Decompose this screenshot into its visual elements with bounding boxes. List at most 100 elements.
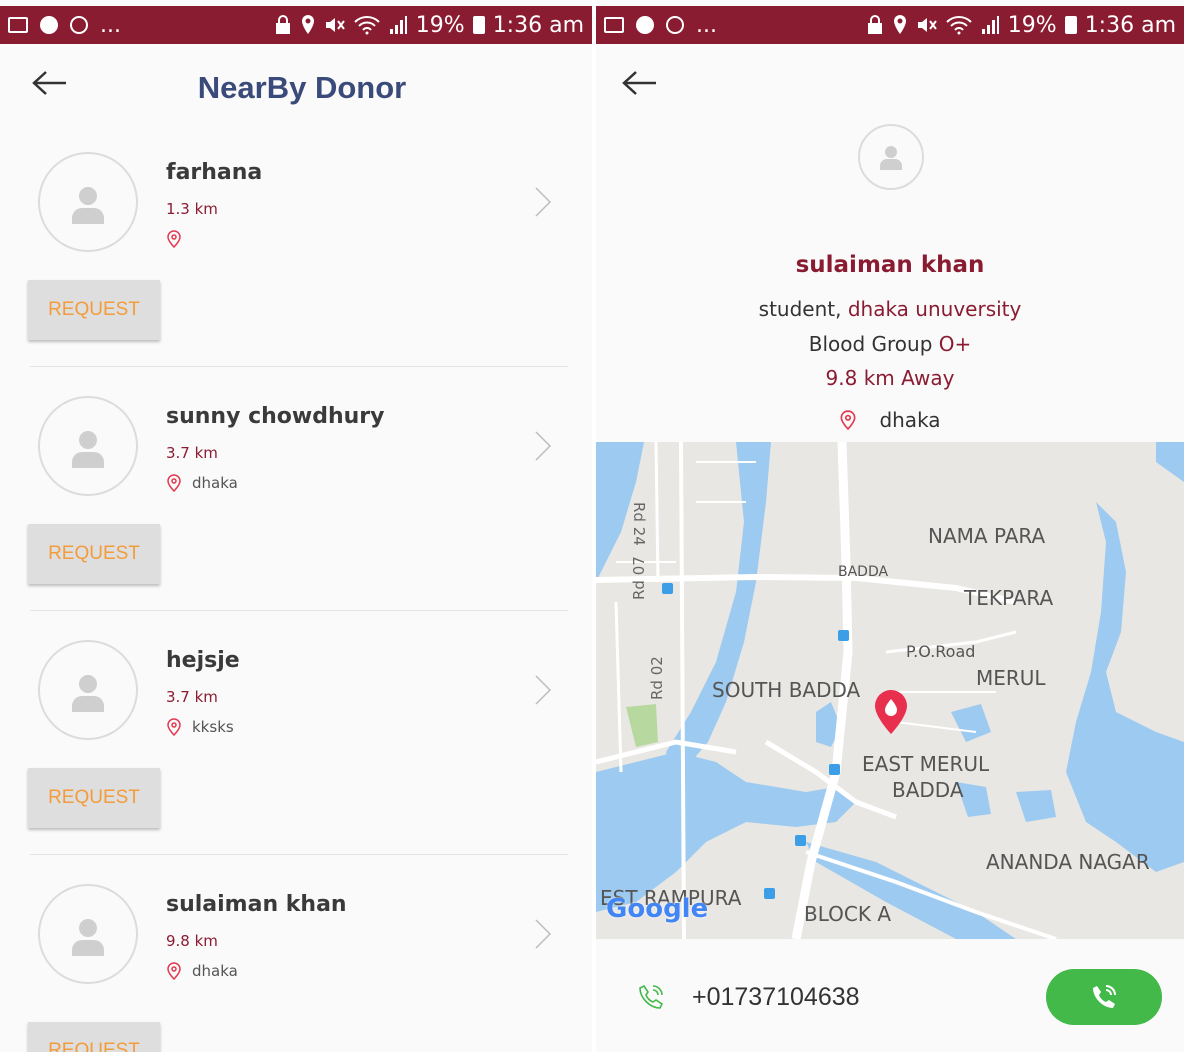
bus-stop-icon (838, 630, 849, 641)
map-marker-icon[interactable] (875, 690, 907, 734)
donor-location: dhaka (166, 474, 238, 492)
map-label: Rd 02 (648, 656, 666, 700)
map-label: BLOCK A (804, 902, 892, 926)
donor-distance: 1.3 km (166, 200, 218, 218)
request-button[interactable]: REQUEST (28, 524, 160, 584)
map-label: Rd 07 (630, 556, 648, 600)
bus-stop-icon (662, 583, 673, 594)
battery-icon (1064, 16, 1077, 34)
map-label: P.O.Road (906, 642, 976, 661)
donor-distance: 9.8 km (166, 932, 218, 950)
donor-name: sulaiman khan (166, 892, 347, 917)
chevron-right-icon[interactable] (528, 670, 554, 710)
donor-detail-screen: ... 19% 1:36 am sulaiman khan student, d… (596, 0, 1184, 1052)
phone-icon (639, 984, 664, 1009)
page-title: NearBy Donor (197, 70, 407, 105)
donor-distance: 3.7 km (166, 688, 218, 706)
chevron-right-icon[interactable] (528, 914, 554, 954)
donor-name: sunny chowdhury (166, 404, 385, 429)
location-pin-icon (167, 474, 181, 492)
location-text: dhaka (879, 408, 941, 432)
wifi-icon (354, 16, 380, 35)
chat-icon (636, 16, 654, 34)
signal-icon (389, 16, 407, 34)
map-label: EAST MERUL (862, 752, 990, 776)
map-label: ANANDA NAGAR (986, 850, 1150, 874)
clock: 1:36 am (492, 12, 584, 38)
clock: 1:36 am (1084, 12, 1176, 38)
location-pin-icon (840, 410, 856, 430)
bus-stop-icon (829, 764, 840, 775)
donor-item[interactable]: sunny chowdhury 3.7 km dhaka REQUEST (0, 382, 592, 626)
back-arrow-icon[interactable] (620, 68, 660, 98)
battery-percent: 19% (1007, 12, 1057, 38)
bus-stop-icon (795, 835, 806, 846)
more-notifications: ... (100, 12, 121, 38)
divider (30, 854, 568, 855)
google-logo: Google (606, 894, 709, 924)
donor-location-text: kksks (192, 718, 234, 736)
more-notifications: ... (696, 12, 717, 38)
donor-location-text: dhaka (192, 962, 238, 980)
donor-name: farhana (166, 160, 263, 185)
status-bar: ... 19% 1:36 am (596, 6, 1184, 44)
map-label: SOUTH BADDA (712, 678, 861, 702)
divider (30, 610, 568, 611)
avatar (858, 124, 924, 190)
lock-icon (275, 15, 290, 34)
viber-icon (666, 16, 684, 34)
avatar-icon (72, 431, 104, 468)
map-label: Rd 24 (630, 502, 648, 546)
phone-row: +01737104638 (596, 966, 1184, 1030)
avatar (38, 396, 138, 496)
lock-icon (867, 15, 882, 34)
phone-number[interactable]: +01737104638 (692, 983, 860, 1012)
distance-away: 9.8 km Away (825, 366, 955, 390)
chevron-right-icon[interactable] (528, 426, 554, 466)
request-button[interactable]: REQUEST (28, 280, 160, 340)
map-label: NAMA PARA (928, 524, 1046, 548)
battery-percent: 19% (415, 12, 465, 38)
battery-icon (472, 16, 485, 34)
map-label: TEKPARA (964, 586, 1054, 610)
map-label: MERUL (976, 666, 1046, 690)
donor-location: kksks (166, 718, 234, 736)
chat-icon (40, 16, 58, 34)
request-button[interactable]: REQUEST (28, 768, 160, 828)
nearby-donor-screen: ... 19% 1:36 am NearBy Donor farhana 1.3… (0, 0, 592, 1052)
location-line: dhaka (596, 408, 1184, 432)
avatar-icon (880, 146, 902, 170)
signal-icon (981, 16, 999, 34)
status-bar: ... 19% 1:36 am (0, 6, 592, 44)
institution: dhaka unuversity (847, 297, 1022, 321)
donor-location (166, 230, 192, 248)
donor-distance: 3.7 km (166, 444, 218, 462)
avatar-icon (72, 187, 104, 224)
map-view[interactable]: Rd 24 Rd 07 Rd 02 BADDA NAMA PARA TEKPAR… (596, 442, 1184, 939)
call-button[interactable] (1046, 969, 1162, 1025)
divider (30, 366, 568, 367)
mute-icon (917, 18, 937, 32)
call-icon (1093, 985, 1116, 1008)
blood-group-value: O+ (938, 332, 972, 356)
location-pin-icon (167, 718, 181, 736)
donor-location-text: dhaka (192, 474, 238, 492)
image-icon (8, 17, 28, 33)
blood-group-label: Blood Group (808, 332, 933, 356)
location-icon (893, 15, 906, 34)
bus-stop-icon (764, 888, 775, 899)
image-icon (604, 17, 624, 33)
avatar-icon (72, 919, 104, 956)
occupation-line: student, dhaka unuversity (596, 297, 1184, 321)
location-icon (301, 15, 314, 34)
viber-icon (70, 16, 88, 34)
chevron-right-icon[interactable] (528, 182, 554, 222)
donor-item[interactable]: sulaiman khan 9.8 km dhaka REQUEST (0, 870, 592, 1052)
request-button[interactable]: REQUEST (28, 1022, 160, 1052)
donor-item[interactable]: farhana 1.3 km REQUEST (0, 138, 592, 382)
donor-item[interactable]: hejsje 3.7 km kksks REQUEST (0, 626, 592, 870)
map-label: BADDA (838, 564, 889, 580)
donor-name: sulaiman khan (795, 252, 985, 278)
avatar-icon (72, 675, 104, 712)
donor-name: hejsje (166, 648, 240, 673)
